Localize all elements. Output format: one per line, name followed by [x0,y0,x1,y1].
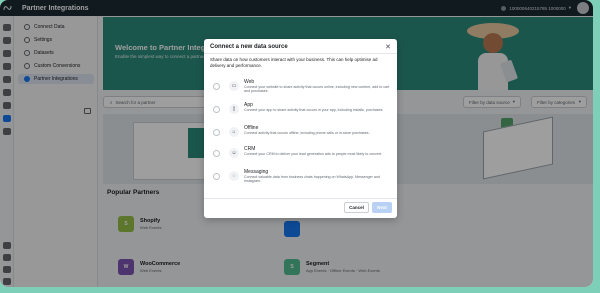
connect-data-source-dialog: Connect a new data source ✕ Share data o… [204,39,397,218]
option-description: Connect valuable data from business chat… [244,175,380,184]
option-app[interactable]: ▯ App Connect your app to share activity… [210,102,392,122]
dialog-title: Connect a new data source [210,44,288,50]
phone-icon: ▯ [229,104,239,114]
radio-button[interactable] [213,83,220,90]
dialog-description: Share data on how customers interact wit… [210,57,378,68]
option-crm[interactable]: ☺ CRM Connect your CRM to deliver your l… [210,146,392,166]
store-icon: ⌂ [229,127,239,137]
people-icon: ☺ [229,148,239,158]
option-description: Connect your CRM to deliver your lead ge… [244,152,383,156]
chat-icon: ◌ [229,171,239,181]
cancel-button[interactable]: Cancel [344,202,369,213]
radio-button[interactable] [213,129,220,136]
divider [204,53,397,54]
radio-button[interactable] [213,106,220,113]
close-icon[interactable]: ✕ [385,43,391,51]
next-button[interactable]: Next [372,202,392,213]
option-offline[interactable]: ⌂ Offline Connect activity that occurs o… [210,125,392,145]
option-description: Connect activity that occurs offline, in… [244,131,370,135]
option-messaging[interactable]: ◌ Messaging Connect valuable data from b… [210,169,392,189]
app-window: Partner Integrations 100000640215785 100… [0,0,593,287]
option-description: Connect your website to share activity t… [244,85,390,94]
monitor-icon: ▭ [229,81,239,91]
radio-button[interactable] [213,173,220,180]
radio-button[interactable] [213,150,220,157]
option-web[interactable]: ▭ Web Connect your website to share acti… [210,79,392,99]
option-description: Connect your app to share activity that … [244,108,384,112]
divider [204,198,397,199]
